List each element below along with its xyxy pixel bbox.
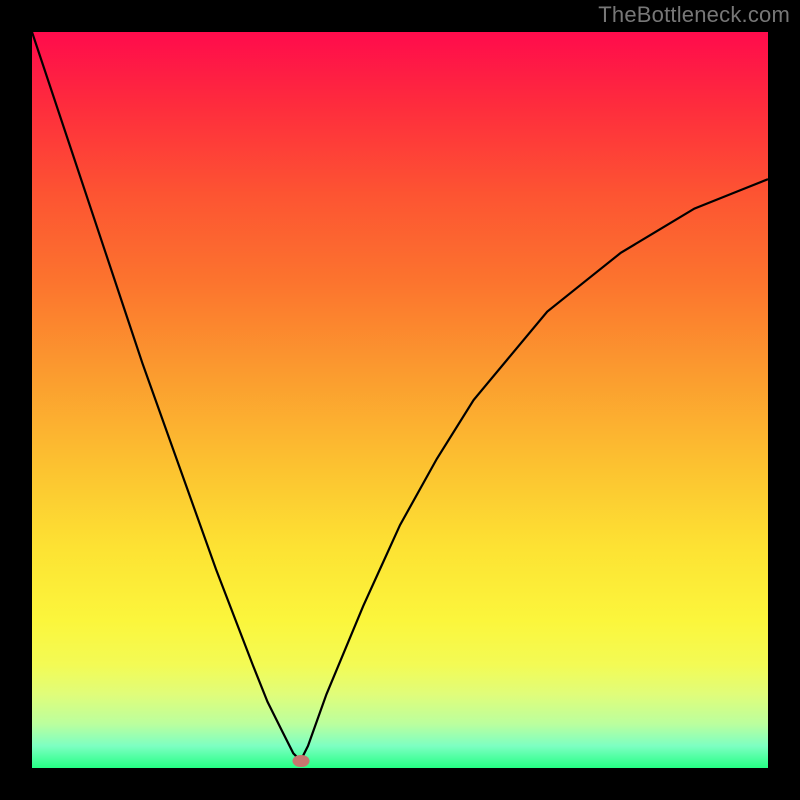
plot-area <box>32 32 768 768</box>
optimal-point-marker <box>292 755 309 767</box>
bottleneck-curve <box>32 32 768 768</box>
attribution-text: TheBottleneck.com <box>598 2 790 28</box>
chart-frame: TheBottleneck.com <box>0 0 800 800</box>
